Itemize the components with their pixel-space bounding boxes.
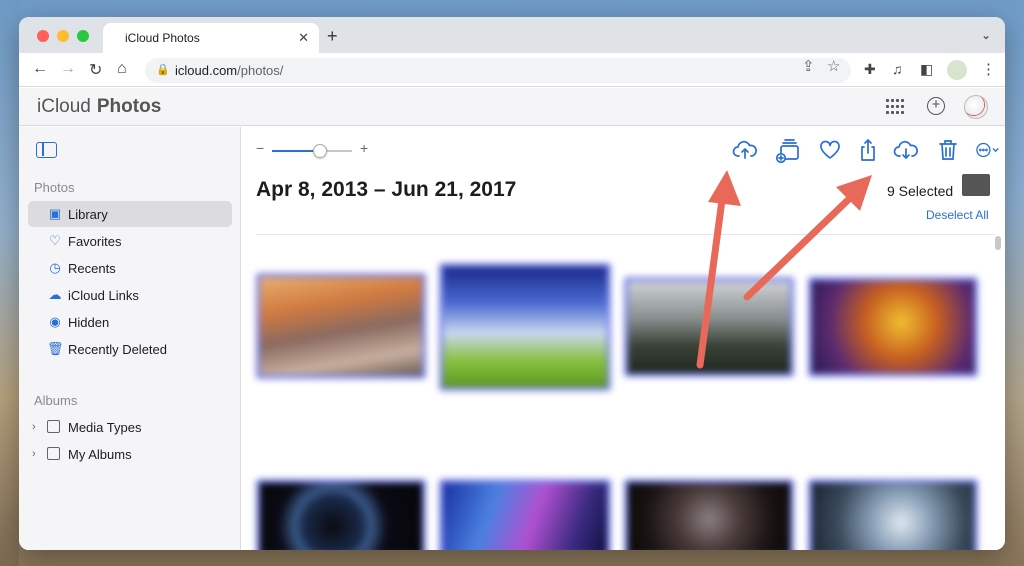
brand-photos: Photos <box>96 96 162 117</box>
upload-icon[interactable] <box>732 137 760 163</box>
app-header: iCloud Photos + <box>19 88 1005 126</box>
tab-close-icon[interactable]: ✕ <box>298 30 309 46</box>
deselect-all-link[interactable]: Deselect All <box>926 208 989 222</box>
download-icon[interactable] <box>893 137 921 163</box>
album-folder-icon <box>47 447 60 460</box>
sidebar-item-label: iCloud Links <box>68 287 139 303</box>
close-window-button[interactable] <box>37 30 49 42</box>
sidebar: Photos ▣ Library ♡ Favorites ◷ Recents ☁… <box>19 127 241 550</box>
delete-trash-icon[interactable] <box>935 137 963 163</box>
sidebar-item-library[interactable]: ▣ Library <box>28 201 232 227</box>
add-to-album-icon[interactable] <box>775 137 803 164</box>
favorite-heart-icon[interactable] <box>817 137 845 163</box>
heart-icon: ♡ <box>49 233 61 248</box>
media-control-icon[interactable]: ♫ <box>892 61 903 77</box>
bookmark-star-icon[interactable]: ☆ <box>827 57 840 75</box>
selection-count: 9 Selected <box>887 183 954 199</box>
forward-icon[interactable]: → <box>60 60 76 78</box>
sidebar-item-recently-deleted[interactable]: 🗑 Recently Deleted <box>28 336 232 362</box>
brand-icloud: iCloud <box>37 96 91 117</box>
zoom-out-icon[interactable]: − <box>256 140 264 156</box>
main-content: − + Apr 8, 2013 – Jun 21, 2017 9 Selecte… <box>242 127 1005 550</box>
url-path: /photos/ <box>237 63 284 78</box>
chevron-right-icon[interactable]: › <box>32 421 36 433</box>
scrollbar-thumb[interactable] <box>995 236 1001 250</box>
sidebar-item-recents[interactable]: ◷ Recents <box>28 255 232 281</box>
browser-profile-avatar[interactable] <box>947 60 967 80</box>
app-launcher-grid-icon[interactable] <box>886 99 904 115</box>
back-icon[interactable]: ← <box>32 60 48 78</box>
zoom-slider[interactable]: − + <box>256 140 368 158</box>
page-title: Apr 8, 2013 – Jun 21, 2017 <box>256 178 517 201</box>
tab-strip: iCloud Photos ✕ + ⌄ <box>19 17 1005 53</box>
photo-thumbnail[interactable] <box>624 479 794 550</box>
photo-thumbnail[interactable] <box>256 479 426 550</box>
sidebar-item-label: Recently Deleted <box>68 341 167 357</box>
share-icon[interactable] <box>855 137 883 163</box>
address-bar[interactable]: 🔒 icloud.com/photos/ <box>145 58 851 83</box>
library-icon: ▣ <box>48 206 62 221</box>
tab-search-button[interactable]: ⌄ <box>981 28 991 42</box>
account-avatar[interactable] <box>964 95 988 119</box>
header-divider <box>256 234 996 235</box>
sidebar-item-label: Hidden <box>68 314 110 330</box>
create-plus-icon[interactable]: + <box>927 97 945 115</box>
sidebar-item-label: Recents <box>68 260 116 276</box>
tab-icloud-photos[interactable]: iCloud Photos ✕ <box>103 23 319 53</box>
zoom-knob[interactable] <box>313 144 327 158</box>
sidebar-item-icloud-links[interactable]: ☁ iCloud Links <box>28 282 232 308</box>
sidebar-item-label: Library <box>68 206 108 222</box>
sidebar-section-albums: Albums <box>34 393 78 408</box>
album-folder-icon <box>47 420 60 433</box>
browser-window: iCloud Photos ✕ + ⌄ ← → ↻ ⌂ 🔒 icloud.com… <box>19 17 1005 550</box>
app-brand: iCloud Photos <box>33 96 161 118</box>
minimize-window-button[interactable] <box>57 30 69 42</box>
photo-thumbnail[interactable] <box>439 479 611 550</box>
tab-title: iCloud Photos <box>125 31 200 45</box>
lock-icon: 🔒 <box>156 64 170 76</box>
photo-thumbnail[interactable] <box>808 479 978 550</box>
photo-thumbnail[interactable] <box>256 273 426 379</box>
desktop-background <box>0 0 19 566</box>
browser-toolbar: ← → ↻ ⌂ 🔒 icloud.com/photos/ ⇪ ☆ ✚ ♫ ◧ ⋮ <box>19 53 1005 87</box>
sidebar-item-favorites[interactable]: ♡ Favorites <box>28 228 232 254</box>
side-panel-icon[interactable]: ◧ <box>920 61 933 78</box>
sidebar-item-label: Media Types <box>68 419 142 435</box>
chevron-right-icon[interactable]: › <box>32 448 36 460</box>
more-options-icon[interactable] <box>975 137 1005 163</box>
share-page-icon[interactable]: ⇪ <box>802 57 815 75</box>
sidebar-item-hidden[interactable]: ◉ Hidden <box>28 309 232 335</box>
photo-thumbnail[interactable] <box>808 277 978 377</box>
new-tab-button[interactable]: + <box>327 26 338 47</box>
clock-icon: ◷ <box>49 260 61 275</box>
sidebar-item-my-albums[interactable]: › My Albums <box>28 441 232 467</box>
sidebar-item-media-types[interactable]: › Media Types <box>28 414 232 440</box>
trash-icon: 🗑 <box>47 341 64 356</box>
selection-thumbnail <box>962 174 990 196</box>
sidebar-section-photos: Photos <box>34 180 75 195</box>
home-icon[interactable]: ⌂ <box>117 60 127 78</box>
sidebar-item-label: Favorites <box>68 233 122 249</box>
cloud-link-icon: ☁ <box>48 287 62 302</box>
zoom-in-icon[interactable]: + <box>360 140 368 156</box>
extensions-puzzle-icon[interactable]: ✚ <box>864 61 876 78</box>
reload-icon[interactable]: ↻ <box>89 60 102 80</box>
url-host: icloud.com <box>175 63 238 78</box>
photo-thumbnail[interactable] <box>439 263 611 391</box>
browser-menu-icon[interactable]: ⋮ <box>981 60 996 78</box>
photo-thumbnail[interactable] <box>624 277 794 377</box>
eye-icon: ◉ <box>49 314 61 329</box>
sidebar-toggle-icon[interactable] <box>36 142 57 158</box>
maximize-window-button[interactable] <box>77 30 89 42</box>
sidebar-item-label: My Albums <box>68 446 132 462</box>
